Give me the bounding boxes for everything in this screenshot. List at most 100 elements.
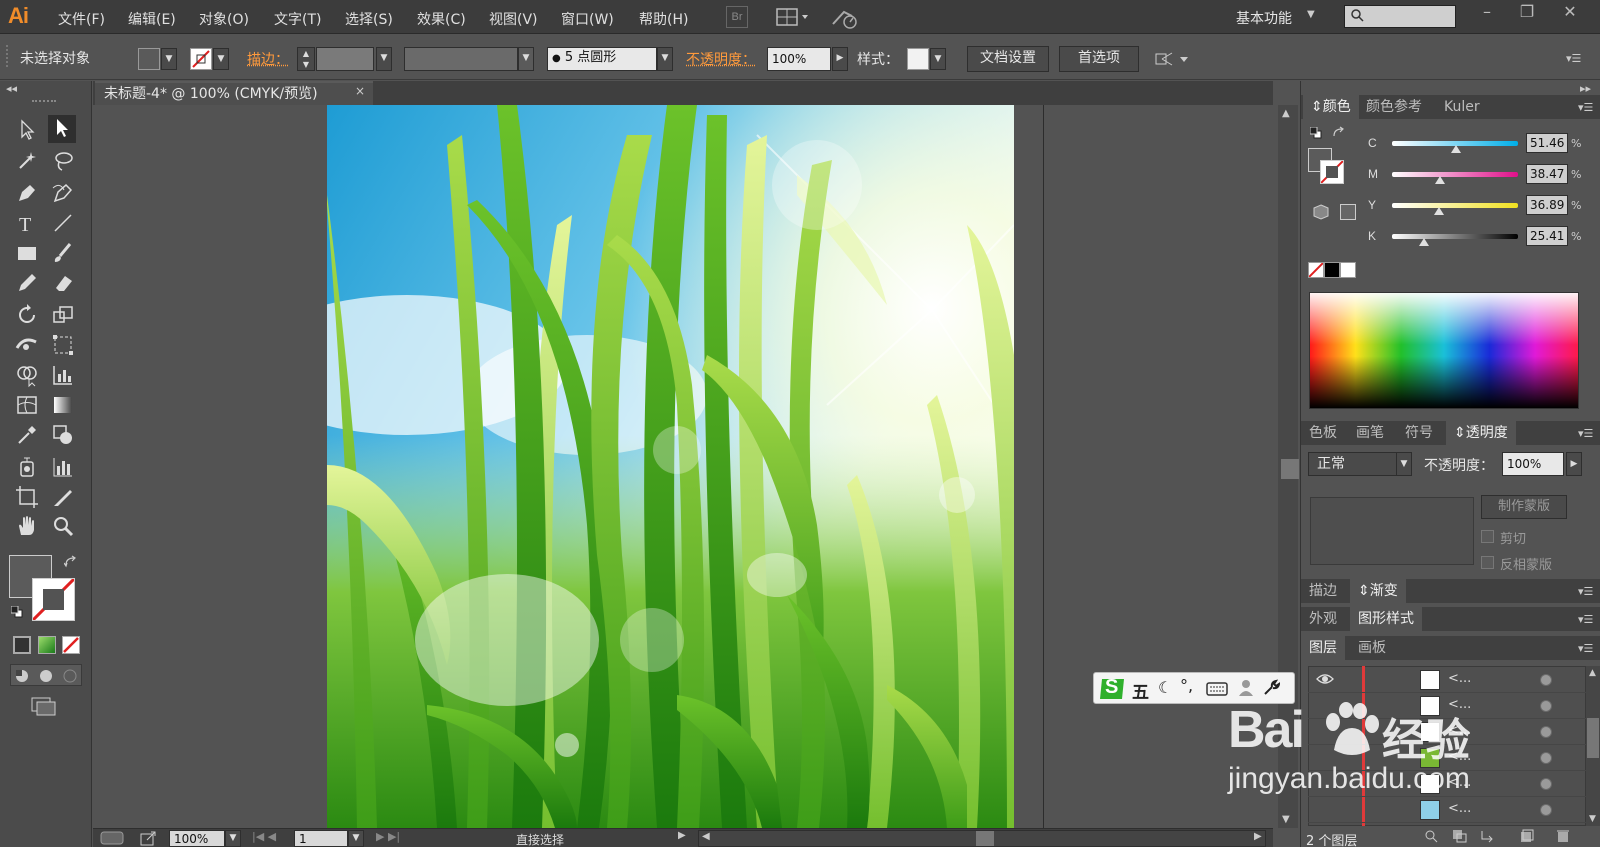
brush-definition-field[interactable]: ● 5 点圆形 <box>547 47 657 71</box>
layer-target-icon[interactable] <box>1540 674 1552 686</box>
scroll-right-icon[interactable]: ▶ <box>1254 831 1262 842</box>
vertical-scroll-thumb[interactable] <box>1281 459 1299 479</box>
layers-scroll-down-icon[interactable]: ▼ <box>1589 814 1596 824</box>
opacity-flyout-button[interactable]: ▶ <box>832 47 848 71</box>
brush-definition-dropdown[interactable]: ▼ <box>657 47 673 71</box>
menu-window[interactable]: 窗口(W) <box>561 9 614 29</box>
slider-thumb-y[interactable] <box>1433 207 1444 215</box>
tab-swatches[interactable]: 色板 <box>1301 421 1345 445</box>
create-new-layer-icon[interactable] <box>1520 829 1534 843</box>
first-artboard-icon[interactable]: |◀ ◀ <box>252 830 276 843</box>
menu-type[interactable]: 文字(T) <box>274 9 321 29</box>
layers-scroll-up-icon[interactable]: ▲ <box>1589 668 1596 678</box>
minimize-icon[interactable]: – <box>1467 1 1507 25</box>
type-tool-icon[interactable]: T <box>14 210 40 236</box>
hand-tool-icon[interactable] <box>14 513 40 539</box>
align-options-icon[interactable] <box>1154 49 1194 69</box>
graphic-style-swatch[interactable] <box>907 48 929 70</box>
slice-tool-icon[interactable] <box>50 484 76 510</box>
tab-brushes[interactable]: 画笔 <box>1348 421 1392 445</box>
channel-value-m[interactable]: 38.47 <box>1526 164 1568 184</box>
tab-appearance[interactable]: 外观 <box>1301 607 1345 631</box>
curvature-tool-icon[interactable] <box>50 180 76 206</box>
tab-symbols[interactable]: 符号 <box>1397 421 1441 445</box>
rectangle-tool-icon[interactable] <box>14 240 40 266</box>
wrench-icon[interactable] <box>1262 679 1281 697</box>
slider-thumb-k[interactable] <box>1418 238 1429 246</box>
tab-color[interactable]: ⇕颜色 <box>1303 95 1359 119</box>
zoom-field[interactable]: 100% <box>169 830 225 847</box>
stroke-color-swatch[interactable] <box>31 577 76 622</box>
ime-input-mode[interactable]: 五 <box>1132 678 1149 703</box>
appearance-panel-menu-icon[interactable]: ▾☰ <box>1578 613 1593 626</box>
shape-builder-tool-icon[interactable] <box>14 362 40 388</box>
punctuation-icon[interactable]: °, <box>1180 676 1193 695</box>
tab-graphic-styles[interactable]: 图形样式 <box>1350 607 1422 631</box>
symbol-sprayer-tool-icon[interactable] <box>14 454 40 480</box>
layer-target-icon[interactable] <box>1540 778 1552 790</box>
status-menu-icon[interactable]: ▶ <box>678 830 686 841</box>
color-mode-button[interactable] <box>13 636 31 654</box>
last-artboard-icon[interactable]: ▶ ▶| <box>376 830 400 843</box>
free-transform-tool-icon[interactable] <box>50 332 76 358</box>
layer-target-icon[interactable] <box>1540 726 1552 738</box>
stroke-dropdown[interactable]: ▼ <box>213 48 229 70</box>
opacity-field[interactable]: 100% <box>767 47 831 71</box>
slider-track-k[interactable] <box>1392 234 1518 239</box>
close-tab-icon[interactable]: × <box>355 84 365 98</box>
stroke-weight-field[interactable] <box>316 47 374 71</box>
channel-value-k[interactable]: 25.41 <box>1526 226 1568 246</box>
locate-object-icon[interactable] <box>1424 829 1438 843</box>
web-safe-swatch[interactable] <box>1340 204 1356 220</box>
workspace-switcher[interactable]: 基本功能 <box>1236 8 1292 28</box>
delete-layer-icon[interactable] <box>1556 829 1570 843</box>
stroke-none-swatch[interactable] <box>190 48 212 70</box>
menu-edit[interactable]: 编辑(E) <box>128 9 176 29</box>
color-panel-menu-icon[interactable]: ▾☰ <box>1578 101 1593 114</box>
close-icon[interactable]: ✕ <box>1550 1 1590 25</box>
menu-view[interactable]: 视图(V) <box>489 9 538 29</box>
menu-help[interactable]: 帮助(H) <box>639 9 688 29</box>
tab-stroke[interactable]: 描边 <box>1301 579 1345 603</box>
maximize-icon[interactable]: ❐ <box>1507 1 1547 25</box>
preferences-button[interactable]: 首选项 <box>1059 46 1139 72</box>
panel-stroke-swatch[interactable] <box>1320 160 1344 184</box>
scroll-up-icon[interactable]: ▲ <box>1282 108 1290 119</box>
column-graph-tool-icon[interactable] <box>50 454 76 480</box>
panel-grip-icon[interactable] <box>6 45 10 67</box>
artboard-dropdown[interactable]: ▼ <box>348 830 364 847</box>
selection-tool-icon[interactable] <box>14 117 40 143</box>
graphic-style-dropdown[interactable]: ▼ <box>930 48 946 70</box>
fill-dropdown[interactable]: ▼ <box>161 48 177 70</box>
document-setup-button[interactable]: 文档设置 <box>967 46 1049 72</box>
screen-mode-icon[interactable] <box>30 695 58 717</box>
transparency-panel-menu-icon[interactable]: ▾☰ <box>1578 427 1593 440</box>
panel-menu-icon[interactable]: ▾☰ <box>1566 52 1581 65</box>
zoom-dropdown[interactable]: ▼ <box>225 830 241 847</box>
swap-fill-stroke-icon[interactable] <box>63 555 80 569</box>
slider-track-y[interactable] <box>1392 203 1518 208</box>
paintbrush-tool-icon[interactable] <box>50 240 76 266</box>
collapse-dock-icon[interactable]: ▸▸ <box>1580 82 1591 95</box>
slider-thumb-c[interactable] <box>1451 145 1462 153</box>
gpu-performance-icon[interactable] <box>830 6 860 30</box>
channel-value-c[interactable]: 51.46 <box>1526 133 1568 153</box>
variable-width-dropdown[interactable]: ▼ <box>518 47 534 71</box>
tab-layers[interactable]: 图层 <box>1301 636 1345 660</box>
out-of-gamut-icon[interactable] <box>1313 204 1329 220</box>
eyedropper-tool-icon[interactable] <box>14 422 40 448</box>
layers-scroll-thumb[interactable] <box>1587 718 1599 758</box>
none-mode-button[interactable] <box>62 636 80 654</box>
blend-mode-dropdown[interactable]: ▼ <box>1396 452 1412 476</box>
make-clipping-mask-icon[interactable] <box>1452 829 1468 843</box>
create-sublayer-icon[interactable] <box>1480 829 1496 843</box>
stroke-weight-stepper[interactable]: ▲ ▼ <box>297 47 315 71</box>
gradient-mode-button[interactable] <box>38 636 56 654</box>
transparency-opacity-flyout[interactable]: ▶ <box>1566 452 1582 476</box>
artboard-canvas[interactable] <box>327 105 1014 828</box>
arrange-documents-icon[interactable] <box>776 7 812 27</box>
slider-thumb-m[interactable] <box>1434 176 1445 184</box>
eraser-tool-icon[interactable] <box>50 270 76 296</box>
artboard-number-field[interactable]: 1 <box>294 830 348 847</box>
magic-wand-tool-icon[interactable] <box>14 148 40 174</box>
